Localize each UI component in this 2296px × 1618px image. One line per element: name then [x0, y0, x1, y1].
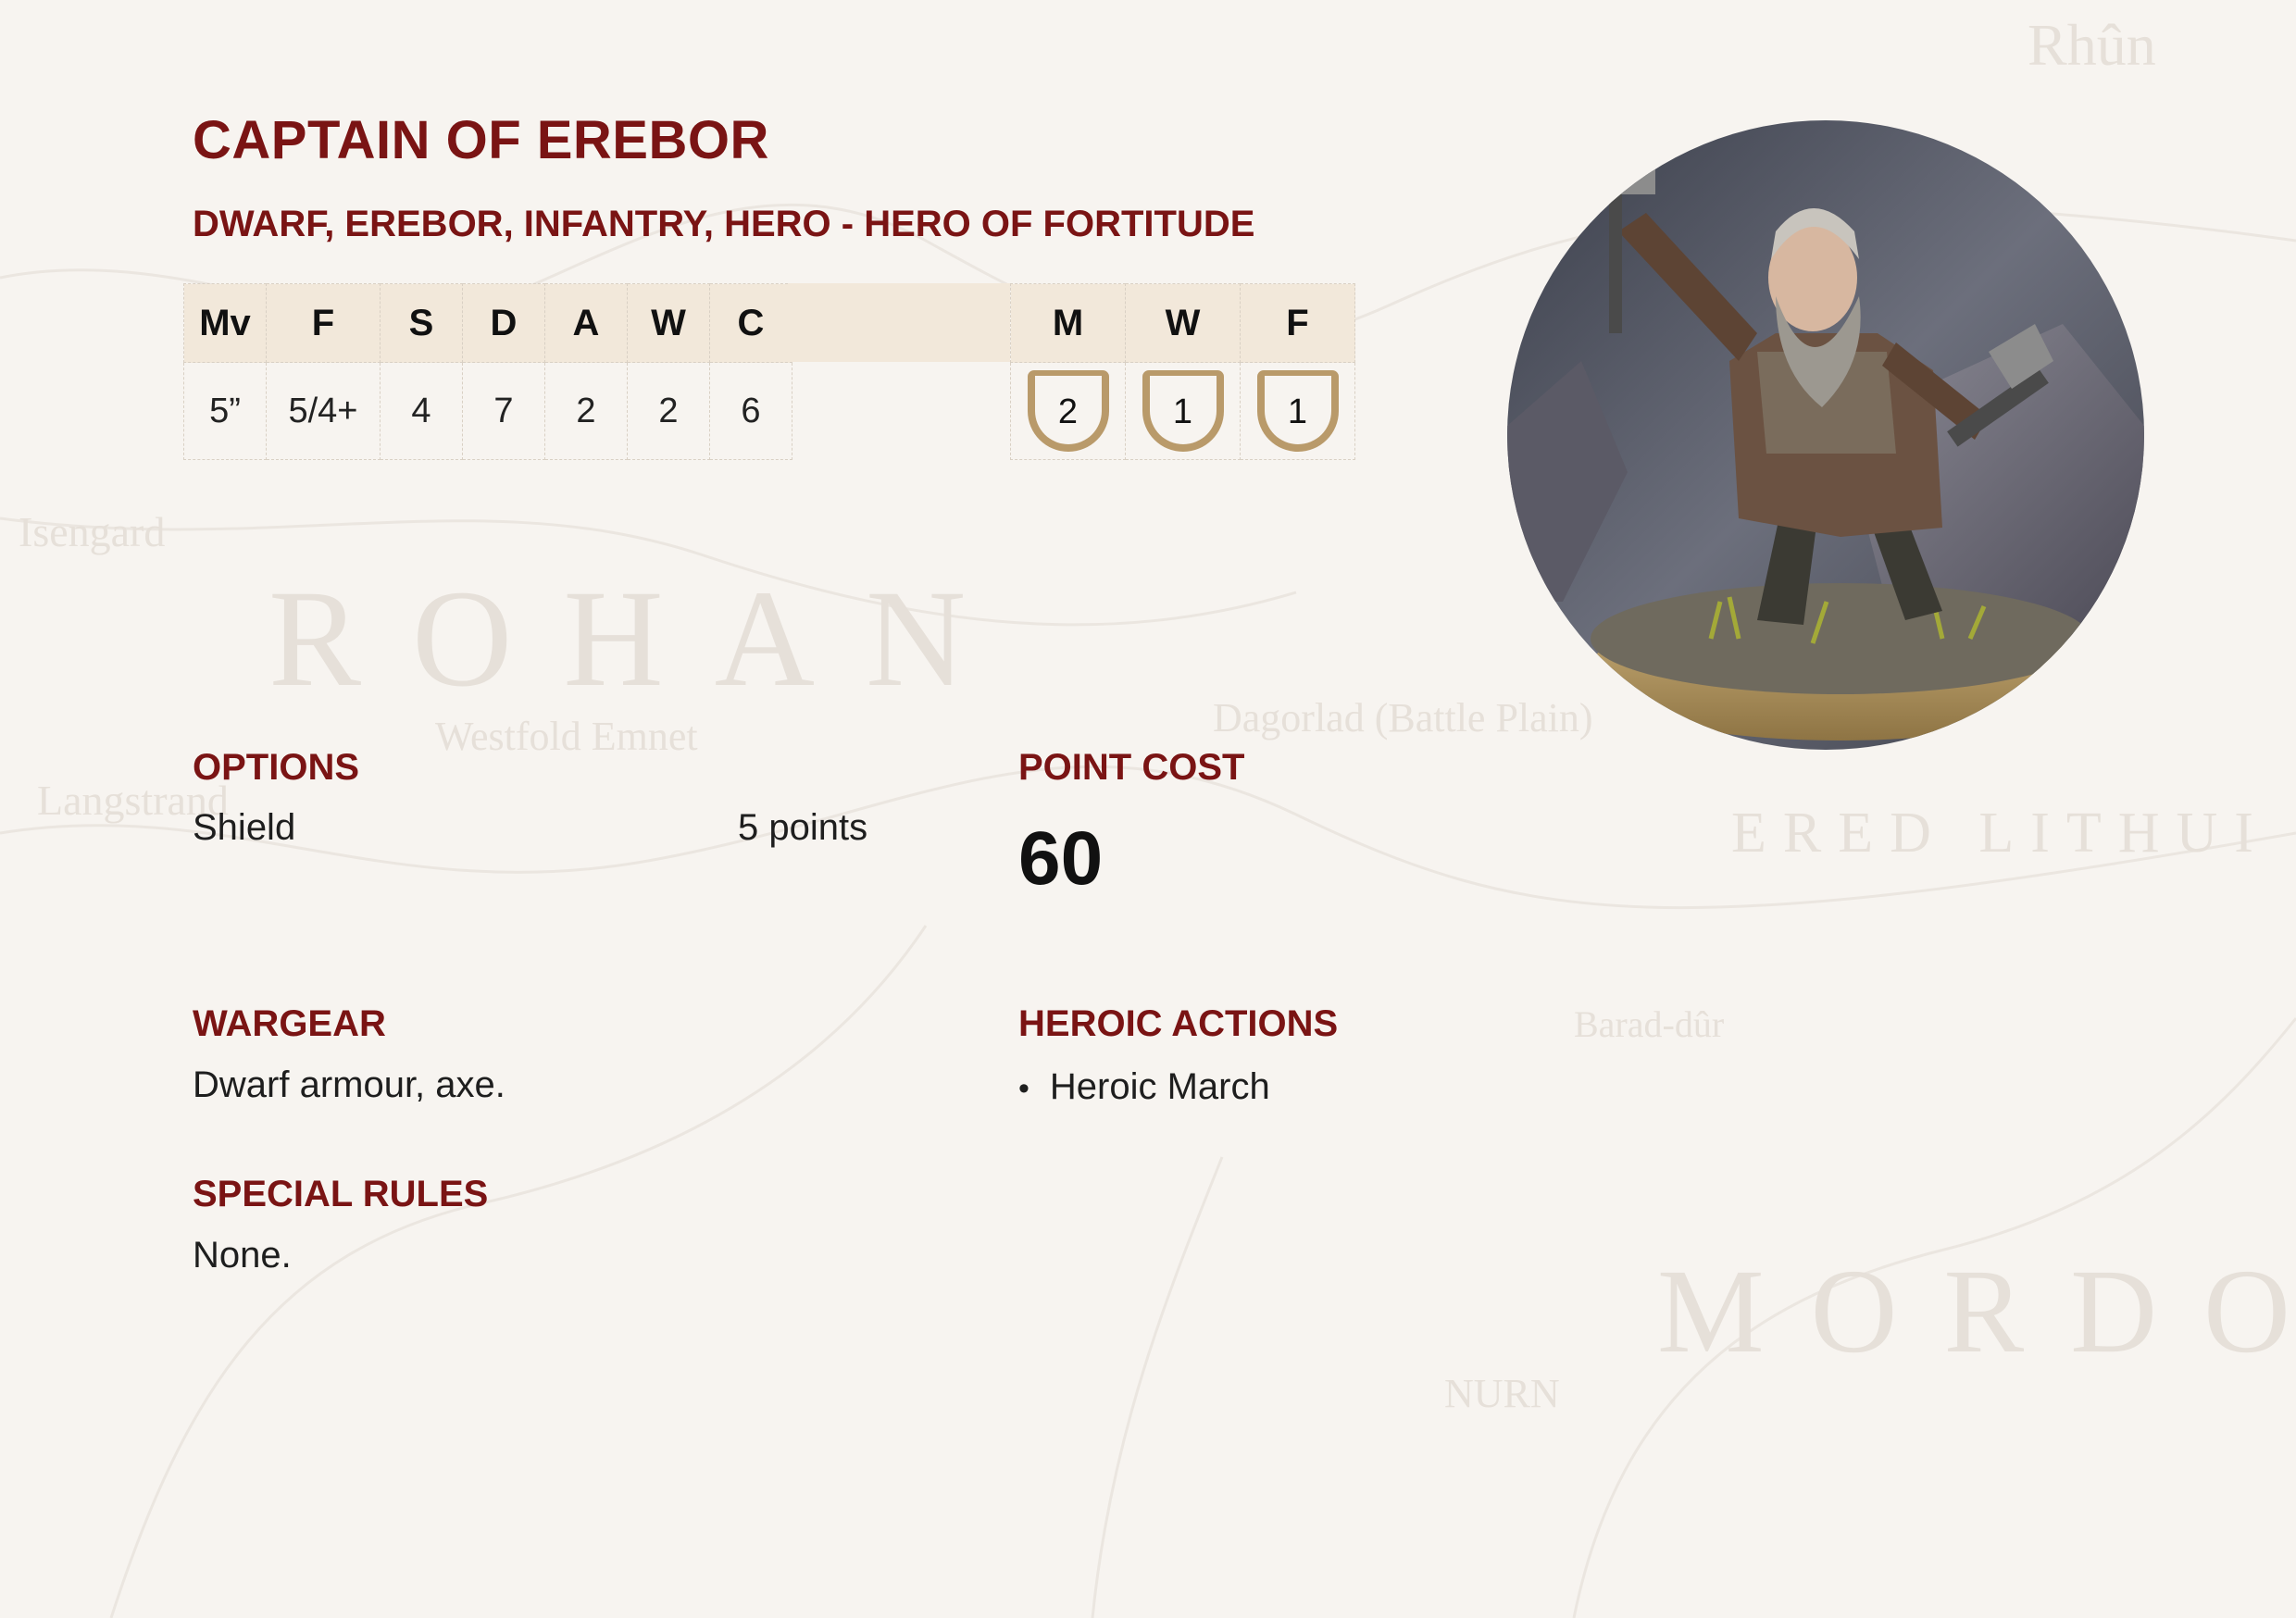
special-rules-heading: SPECIAL RULES	[193, 1174, 489, 1214]
stat-value-s: 4	[380, 362, 463, 460]
svg-text:Westfold Emnet: Westfold Emnet	[435, 714, 698, 759]
special-rules-text: None.	[193, 1235, 292, 1276]
shield-icon: 1	[1142, 370, 1224, 452]
point-cost-value: 60	[1018, 816, 1104, 901]
hero-stat-header-fate: F	[1240, 283, 1355, 363]
stat-header-w: W	[627, 283, 710, 363]
stat-header-d: D	[462, 283, 545, 363]
stat-header-mv: Mv	[183, 283, 267, 363]
hero-stat-value-fate: 1	[1287, 392, 1308, 431]
hero-stat-header-row: M W F	[1010, 283, 1355, 363]
stat-value-d: 7	[462, 362, 545, 460]
shield-icon: 1	[1256, 370, 1339, 452]
stat-header-s: S	[380, 283, 463, 363]
stat-table: Mv F S D A W C 5” 5/4+ 4 7 2 2 6	[183, 283, 792, 460]
stat-value-mv: 5”	[183, 362, 267, 460]
heroic-actions-list: Heroic March	[1018, 1064, 1270, 1111]
stat-value-w: 2	[627, 362, 710, 460]
option-name: Shield	[193, 807, 296, 848]
hero-stat-cell-might: 2	[1010, 362, 1126, 460]
wargear-heading: WARGEAR	[193, 1003, 386, 1044]
unit-keywords: DWARF, EREBOR, INFANTRY, HERO - HERO OF …	[193, 204, 1255, 244]
svg-text:MORDOR: MORDOR	[1657, 1245, 2296, 1378]
stat-value-a: 2	[544, 362, 628, 460]
hero-stat-header-might: M	[1010, 283, 1126, 363]
stat-header-c: C	[709, 283, 792, 363]
stat-value-c: 6	[709, 362, 792, 460]
svg-text:Barad-dûr: Barad-dûr	[1574, 1003, 1724, 1045]
svg-text:NURN: NURN	[1444, 1371, 1560, 1416]
svg-text:ROHAN: ROHAN	[268, 562, 1017, 716]
heroic-actions-heading: HEROIC ACTIONS	[1018, 1003, 1339, 1044]
wargear-text: Dwarf armour, axe.	[193, 1064, 505, 1105]
svg-text:Rhûn: Rhûn	[2028, 12, 2156, 78]
hero-stat-cell-fate: 1	[1240, 362, 1355, 460]
options-heading: OPTIONS	[193, 747, 360, 788]
hero-stat-cell-will: 1	[1125, 362, 1241, 460]
hero-stat-header-will: W	[1125, 283, 1241, 363]
point-cost-heading: POINT COST	[1018, 747, 1245, 788]
hero-stat-value-will: 1	[1172, 392, 1193, 431]
svg-text:ERED LITHUI: ERED LITHUI	[1731, 802, 2270, 865]
stat-value-f: 5/4+	[266, 362, 381, 460]
shield-icon: 2	[1027, 370, 1109, 452]
unit-title: CAPTAIN OF EREBOR	[193, 110, 769, 170]
stat-header-band	[788, 283, 1010, 362]
heroic-action-item: Heroic March	[1018, 1064, 1270, 1111]
dwarf-miniature-image	[1507, 120, 2144, 750]
stat-value-row: 5” 5/4+ 4 7 2 2 6	[183, 362, 792, 460]
svg-text:Dagorlad (Battle Plain): Dagorlad (Battle Plain)	[1213, 695, 1593, 741]
hero-stat-value-row: 2 1 1	[1010, 362, 1355, 460]
option-cost: 5 points	[738, 807, 868, 848]
hero-stat-table: M W F 2 1 1	[1010, 283, 1355, 460]
hero-stat-value-might: 2	[1057, 392, 1079, 431]
stat-header-a: A	[544, 283, 628, 363]
stat-header-row: Mv F S D A W C	[183, 283, 792, 363]
miniature-portrait	[1507, 120, 2144, 750]
stat-header-f: F	[266, 283, 381, 363]
svg-text:Isengard: Isengard	[19, 508, 165, 555]
